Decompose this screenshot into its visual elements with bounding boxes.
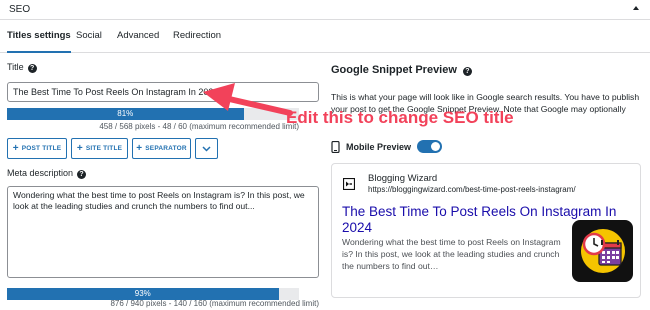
separator-button[interactable]: + SEPARATOR: [132, 138, 191, 159]
separator-button-label: SEPARATOR: [145, 145, 187, 152]
result-site-url: https://bloggingwizard.com/best-time-pos…: [368, 185, 576, 194]
more-variables-dropdown[interactable]: [195, 138, 218, 159]
annotation-arrow-icon: [203, 83, 293, 116]
post-title-button[interactable]: + POST TITLE: [7, 138, 67, 159]
site-favicon-icon: [343, 178, 355, 190]
title-progress-label: 81%: [117, 109, 134, 118]
help-icon[interactable]: ?: [77, 170, 87, 179]
title-label: Title: [7, 62, 24, 72]
result-description: Wondering what the best time to post Ree…: [342, 237, 561, 271]
seo-panel-header: SEO: [0, 0, 650, 20]
result-site-name: Blogging Wizard: [368, 173, 438, 184]
tab-titles-settings[interactable]: Titles settings: [7, 30, 71, 53]
seo-tabs: Titles settings Social Advanced Redirect…: [0, 20, 650, 53]
plus-icon: +: [76, 142, 83, 154]
clock-calendar-icon: [581, 229, 625, 273]
meta-description-label: Meta description: [7, 168, 74, 178]
site-title-button[interactable]: + SITE TITLE: [71, 138, 128, 159]
collapse-triangle-icon[interactable]: [631, 3, 641, 13]
meta-description-textarea[interactable]: Wondering what the best time to post Ree…: [7, 186, 319, 278]
toggle-knob: [431, 142, 441, 151]
phone-icon: [331, 140, 340, 153]
tab-social[interactable]: Social: [76, 30, 102, 53]
plus-icon: +: [136, 142, 143, 154]
google-snippet-card: Blogging Wizard https://bloggingwizard.c…: [331, 163, 641, 298]
meta-label-row: Meta description?: [7, 168, 87, 179]
plus-icon: +: [12, 142, 19, 154]
tab-redirection[interactable]: Redirection: [173, 30, 221, 53]
title-label-row: Title?: [7, 62, 37, 73]
panel-title: SEO: [9, 4, 31, 15]
meta-progress-label: 93%: [134, 289, 151, 298]
meta-length-info: 876 / 940 pixels - 140 / 160 (maximum re…: [110, 299, 319, 308]
help-icon[interactable]: ?: [462, 67, 472, 76]
mobile-preview-toggle[interactable]: [417, 140, 443, 153]
post-title-button-label: POST TITLE: [21, 145, 62, 152]
tab-advanced[interactable]: Advanced: [117, 30, 159, 53]
snippet-preview-heading-row: Google Snippet Preview?: [331, 64, 472, 76]
result-thumbnail: [572, 220, 633, 282]
snippet-preview-heading: Google Snippet Preview: [331, 64, 457, 76]
mobile-preview-label: Mobile Preview: [346, 141, 412, 152]
site-title-button-label: SITE TITLE: [85, 145, 123, 152]
help-icon[interactable]: ?: [27, 64, 37, 73]
mobile-preview-row: Mobile Preview: [331, 140, 443, 153]
annotation-text: Edit this to change SEO title: [286, 108, 514, 127]
chevron-down-icon: [202, 146, 211, 152]
